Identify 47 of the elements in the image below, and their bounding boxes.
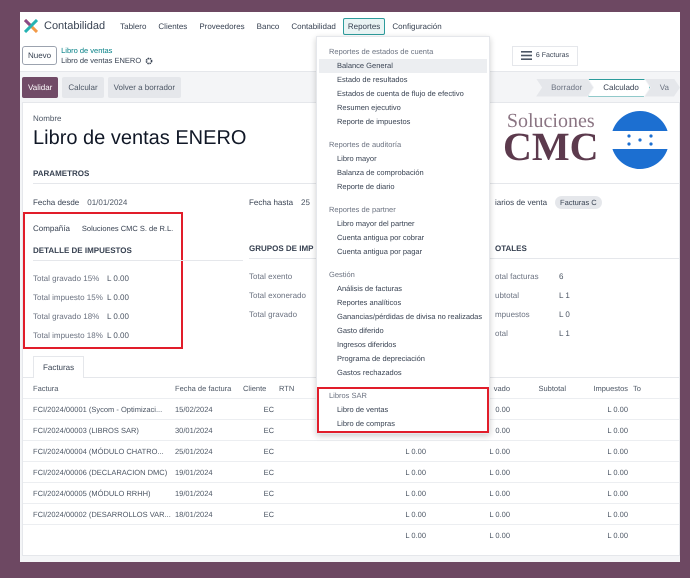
action-button[interactable]: Calcular xyxy=(62,77,104,98)
field-label: Total gravado 18% xyxy=(33,312,99,321)
new-button[interactable]: Nuevo xyxy=(22,46,58,65)
field-label: ubtotal xyxy=(495,291,520,300)
nav-menu-item[interactable]: Contabilidad xyxy=(286,18,341,34)
field-value: L 0.00 xyxy=(107,312,129,321)
field-label: Total gravado xyxy=(249,310,298,319)
nav-menu-item[interactable]: Proveedores xyxy=(194,18,250,34)
record-name: Libro de ventas ENERO xyxy=(33,127,246,150)
field-value: 6 xyxy=(559,272,564,281)
field-label: Fecha hasta xyxy=(249,198,294,206)
action-button[interactable]: Volver a borrador xyxy=(108,77,182,98)
status-step[interactable]: Va xyxy=(644,78,680,96)
field-label: otal facturas xyxy=(495,272,540,281)
field-value: L 0.00 xyxy=(107,274,129,283)
flag-drawing xyxy=(610,111,669,169)
nav-menu-item[interactable]: Tablero xyxy=(115,18,152,34)
field-value: L 0.00 xyxy=(107,293,129,302)
nav-menu-item[interactable]: Banco xyxy=(252,18,284,34)
field-label: mpuestos xyxy=(495,310,531,319)
field-label: Nombre xyxy=(33,114,62,123)
section-title: OTALES xyxy=(495,244,679,259)
app-logo-icon xyxy=(24,19,38,33)
field-label: otal xyxy=(495,329,509,338)
field-label: iarios de venta xyxy=(495,198,548,206)
list-icon xyxy=(520,51,532,60)
field-label: Total exento xyxy=(249,272,294,281)
tab[interactable]: Facturas xyxy=(33,356,84,378)
field-value: L 1 xyxy=(559,291,570,300)
status-step[interactable]: Calculado xyxy=(588,78,650,96)
field-value: L 0 xyxy=(559,310,570,319)
field-value: 01/01/2024 xyxy=(87,198,128,206)
settings-icon[interactable] xyxy=(145,56,154,64)
field-value: 25 xyxy=(301,198,310,206)
nav-menu-item[interactable]: Clientes xyxy=(153,18,192,34)
section-title: DETALLE DE IMPUESTOS xyxy=(33,246,243,261)
field-value: L 0.00 xyxy=(107,331,129,340)
status-step[interactable]: Borrador xyxy=(536,78,594,96)
app-name[interactable]: Contabilidad xyxy=(44,20,106,32)
field-label: Total exonerado xyxy=(249,291,305,300)
field-value: L 1 xyxy=(559,329,570,338)
nav-menu-item[interactable]: Configuración xyxy=(387,18,447,34)
action-button[interactable]: Validar xyxy=(22,77,58,98)
field-label: Total gravado 15% xyxy=(33,274,99,283)
field-label: Compañía xyxy=(33,224,70,232)
nav-menu-item[interactable]: Reportes xyxy=(342,18,386,34)
field-label: Fecha desde xyxy=(33,198,80,206)
